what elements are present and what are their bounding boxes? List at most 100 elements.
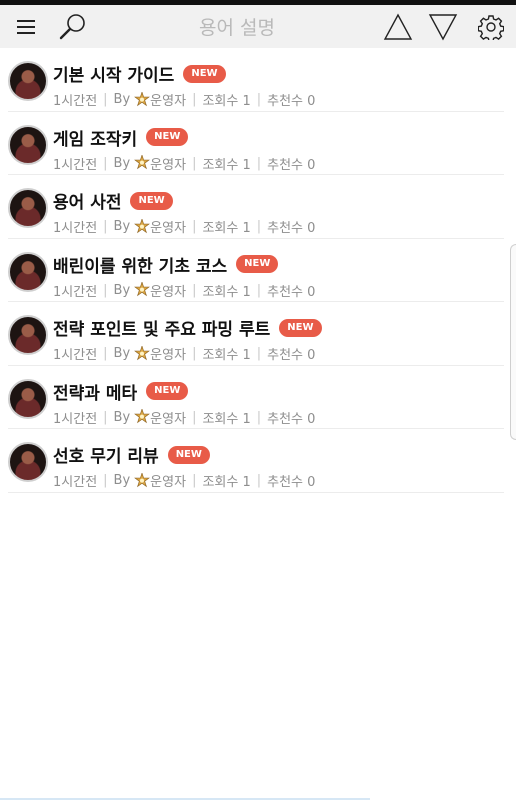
settings-button[interactable]	[476, 5, 506, 48]
by-label: By	[113, 155, 131, 171]
separator: |	[256, 219, 262, 234]
upvote-button[interactable]	[382, 5, 414, 48]
post-author[interactable]: 운영자	[150, 217, 186, 236]
post-time: 1시간전	[53, 284, 98, 300]
top-bar: 용어 설명	[0, 0, 516, 48]
post-list: 기본 시작 가이드 NEW 1시간전 | By 운영자 | 조회수 1 | 추천수 0 게임 조작키…	[0, 48, 516, 493]
search-button[interactable]	[56, 5, 90, 48]
post-author[interactable]: 운영자	[150, 471, 186, 490]
post-meta: 1시간전 | By 운영자 | 조회수 1 | 추천수 0	[53, 90, 315, 109]
new-badge: NEW	[279, 318, 322, 337]
post-time: 1시간전	[53, 221, 98, 236]
post-meta: 1시간전 | By 운영자 | 조회수 1 | 추천수 0	[53, 471, 315, 490]
post-title-line: 기본 시작 가이드 NEW	[53, 61, 226, 86]
separator: |	[103, 409, 108, 425]
admin-star-icon	[134, 409, 151, 424]
separator: |	[256, 409, 262, 425]
new-badge: NEW	[146, 382, 189, 400]
post-title-line: 게임 조작키 NEW	[53, 125, 189, 150]
post-views: 조회수 1	[202, 411, 251, 427]
new-badge: NEW	[167, 445, 210, 464]
post-views: 조회수 1	[202, 348, 251, 363]
avatar	[8, 442, 48, 482]
list-item[interactable]: 게임 조작키 NEW 1시간전 | By 운영자 | 조회수 1 | 추천수 0	[8, 112, 504, 175]
separator: |	[192, 282, 197, 298]
admin-star-icon	[134, 282, 151, 297]
admin-star-icon	[134, 155, 151, 170]
separator: |	[256, 155, 262, 171]
admin-star-icon	[134, 472, 151, 487]
separator: |	[256, 473, 262, 488]
post-meta: 1시간전 | By 운영자 | 조회수 1 | 추천수 0	[53, 281, 315, 300]
separator: |	[256, 92, 262, 107]
downvote-button[interactable]	[427, 5, 459, 48]
post-title: 배린이를 위한 기초 코스	[53, 256, 228, 277]
post-author[interactable]: 운영자	[150, 408, 186, 427]
list-item[interactable]: 전략과 메타 NEW 1시간전 | By 운영자 | 조회수 1 | 추천수 0	[8, 366, 504, 429]
post-author[interactable]: 운영자	[150, 154, 186, 173]
list-item[interactable]: 배린이를 위한 기초 코스 NEW 1시간전 | By 운영자 | 조회수 1 | 추천수 0	[8, 239, 504, 302]
post-title: 게임 조작키	[53, 129, 138, 150]
menu-button[interactable]	[10, 5, 42, 48]
avatar	[8, 61, 48, 101]
separator: |	[103, 155, 108, 171]
list-item[interactable]: 선호 무기 리뷰 NEW 1시간전 | By 운영자 | 조회수 1 | 추천수 0	[8, 429, 504, 493]
admin-star-icon	[134, 91, 151, 106]
post-title: 용어 사전	[53, 193, 122, 213]
by-label: By	[113, 282, 131, 298]
post-likes: 추천수 0	[267, 348, 316, 363]
upvote-icon	[383, 13, 413, 40]
list-item[interactable]: 전략 포인트 및 주요 파밍 루트 NEW 1시간전 | By 운영자 | 조회수 1 | 추천수…	[8, 302, 504, 366]
post-views: 조회수 1	[202, 221, 251, 236]
avatar	[8, 124, 48, 165]
search-icon	[59, 13, 85, 39]
post-likes: 추천수 0	[267, 475, 316, 490]
post-title-line: 선호 무기 리뷰 NEW	[53, 442, 210, 467]
post-likes: 추천수 0	[267, 157, 316, 173]
admin-star-icon	[134, 218, 151, 233]
post-time: 1시간전	[53, 157, 98, 173]
post-title-line: 배린이를 위한 기초 코스 NEW	[53, 252, 279, 277]
scroll-handle[interactable]	[510, 244, 516, 440]
post-likes: 추천수 0	[267, 221, 316, 236]
separator: |	[192, 473, 197, 488]
post-views: 조회수 1	[202, 157, 251, 173]
post-title-line: 전략 포인트 및 주요 파밍 루트 NEW	[53, 315, 322, 340]
post-likes: 추천수 0	[267, 411, 316, 427]
separator: |	[192, 92, 197, 107]
by-label: By	[113, 346, 131, 361]
separator: |	[192, 219, 197, 234]
list-item[interactable]: 용어 사전 NEW 1시간전 | By 운영자 | 조회수 1 | 추천수 0	[8, 175, 504, 239]
new-badge: NEW	[146, 128, 189, 146]
new-badge: NEW	[236, 255, 279, 273]
separator: |	[103, 346, 108, 361]
avatar	[8, 378, 48, 419]
separator: |	[103, 282, 108, 298]
post-title: 선호 무기 리뷰	[53, 447, 159, 467]
post-views: 조회수 1	[202, 475, 251, 490]
separator: |	[192, 346, 197, 361]
downvote-icon	[428, 13, 458, 40]
post-title: 전략과 메타	[53, 383, 138, 404]
post-views: 조회수 1	[202, 284, 251, 300]
post-likes: 추천수 0	[267, 284, 316, 300]
new-badge: NEW	[183, 64, 226, 83]
new-badge: NEW	[130, 191, 173, 210]
separator: |	[256, 282, 262, 298]
post-meta: 1시간전 | By 운영자 | 조회수 1 | 추천수 0	[53, 408, 315, 427]
by-label: By	[113, 473, 131, 488]
post-author[interactable]: 운영자	[150, 90, 186, 109]
gear-icon	[478, 14, 504, 40]
avatar	[8, 188, 48, 228]
post-author[interactable]: 운영자	[150, 281, 186, 300]
list-item[interactable]: 기본 시작 가이드 NEW 1시간전 | By 운영자 | 조회수 1 | 추천수 0	[8, 48, 504, 112]
post-time: 1시간전	[53, 348, 98, 363]
post-meta: 1시간전 | By 운영자 | 조회수 1 | 추천수 0	[53, 217, 315, 236]
separator: |	[256, 346, 262, 361]
post-author[interactable]: 운영자	[150, 344, 186, 363]
post-views: 조회수 1	[202, 94, 251, 109]
post-meta: 1시간전 | By 운영자 | 조회수 1 | 추천수 0	[53, 344, 315, 363]
post-time: 1시간전	[53, 411, 98, 427]
menu-icon	[17, 19, 35, 34]
separator: |	[192, 409, 197, 425]
